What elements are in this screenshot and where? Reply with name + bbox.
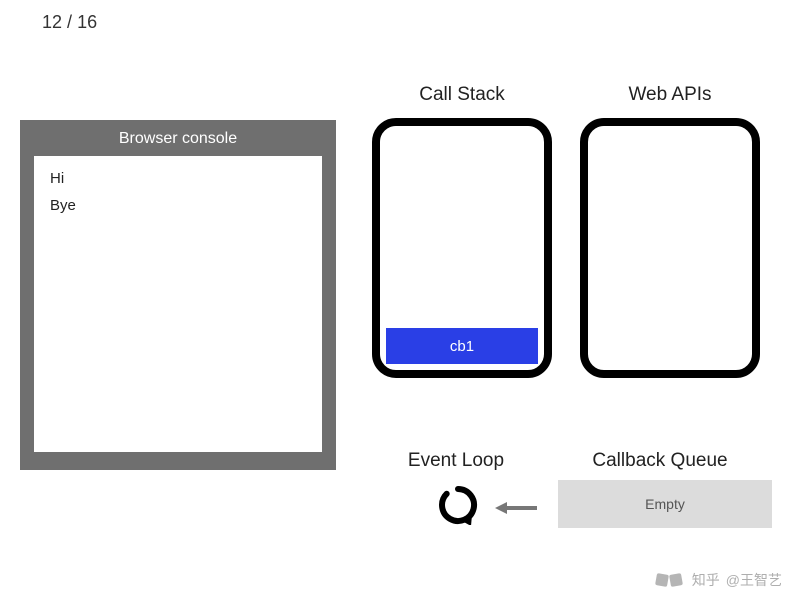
page-counter: 12 / 16 — [42, 12, 97, 33]
callback-queue-status: Empty — [645, 496, 685, 512]
console-line: Hi — [50, 170, 306, 187]
page-current: 12 — [42, 12, 62, 32]
page-sep: / — [67, 12, 77, 32]
callbackqueue-title: Callback Queue — [560, 450, 760, 472]
browser-console-panel: Browser console Hi Bye — [20, 120, 336, 470]
zhihu-logo-icon — [656, 573, 686, 587]
console-body: Hi Bye — [34, 156, 322, 452]
page-total: 16 — [77, 12, 97, 32]
console-line: Bye — [50, 197, 306, 214]
console-title: Browser console — [20, 120, 336, 156]
webapis-title: Web APIs — [580, 84, 760, 106]
watermark: 知乎 @王智艺 — [656, 570, 782, 590]
callstack-title: Call Stack — [372, 84, 552, 106]
stack-frame: cb1 — [386, 328, 538, 364]
callback-queue-box: Empty — [558, 480, 772, 528]
eventloop-title: Event Loop — [376, 450, 536, 472]
watermark-handle: @王智艺 — [726, 570, 782, 590]
arrow-left-icon — [495, 500, 539, 516]
callstack-box: cb1 — [372, 118, 552, 378]
event-loop-icon — [438, 485, 478, 525]
webapis-box — [580, 118, 760, 378]
watermark-brand: 知乎 — [692, 570, 720, 590]
